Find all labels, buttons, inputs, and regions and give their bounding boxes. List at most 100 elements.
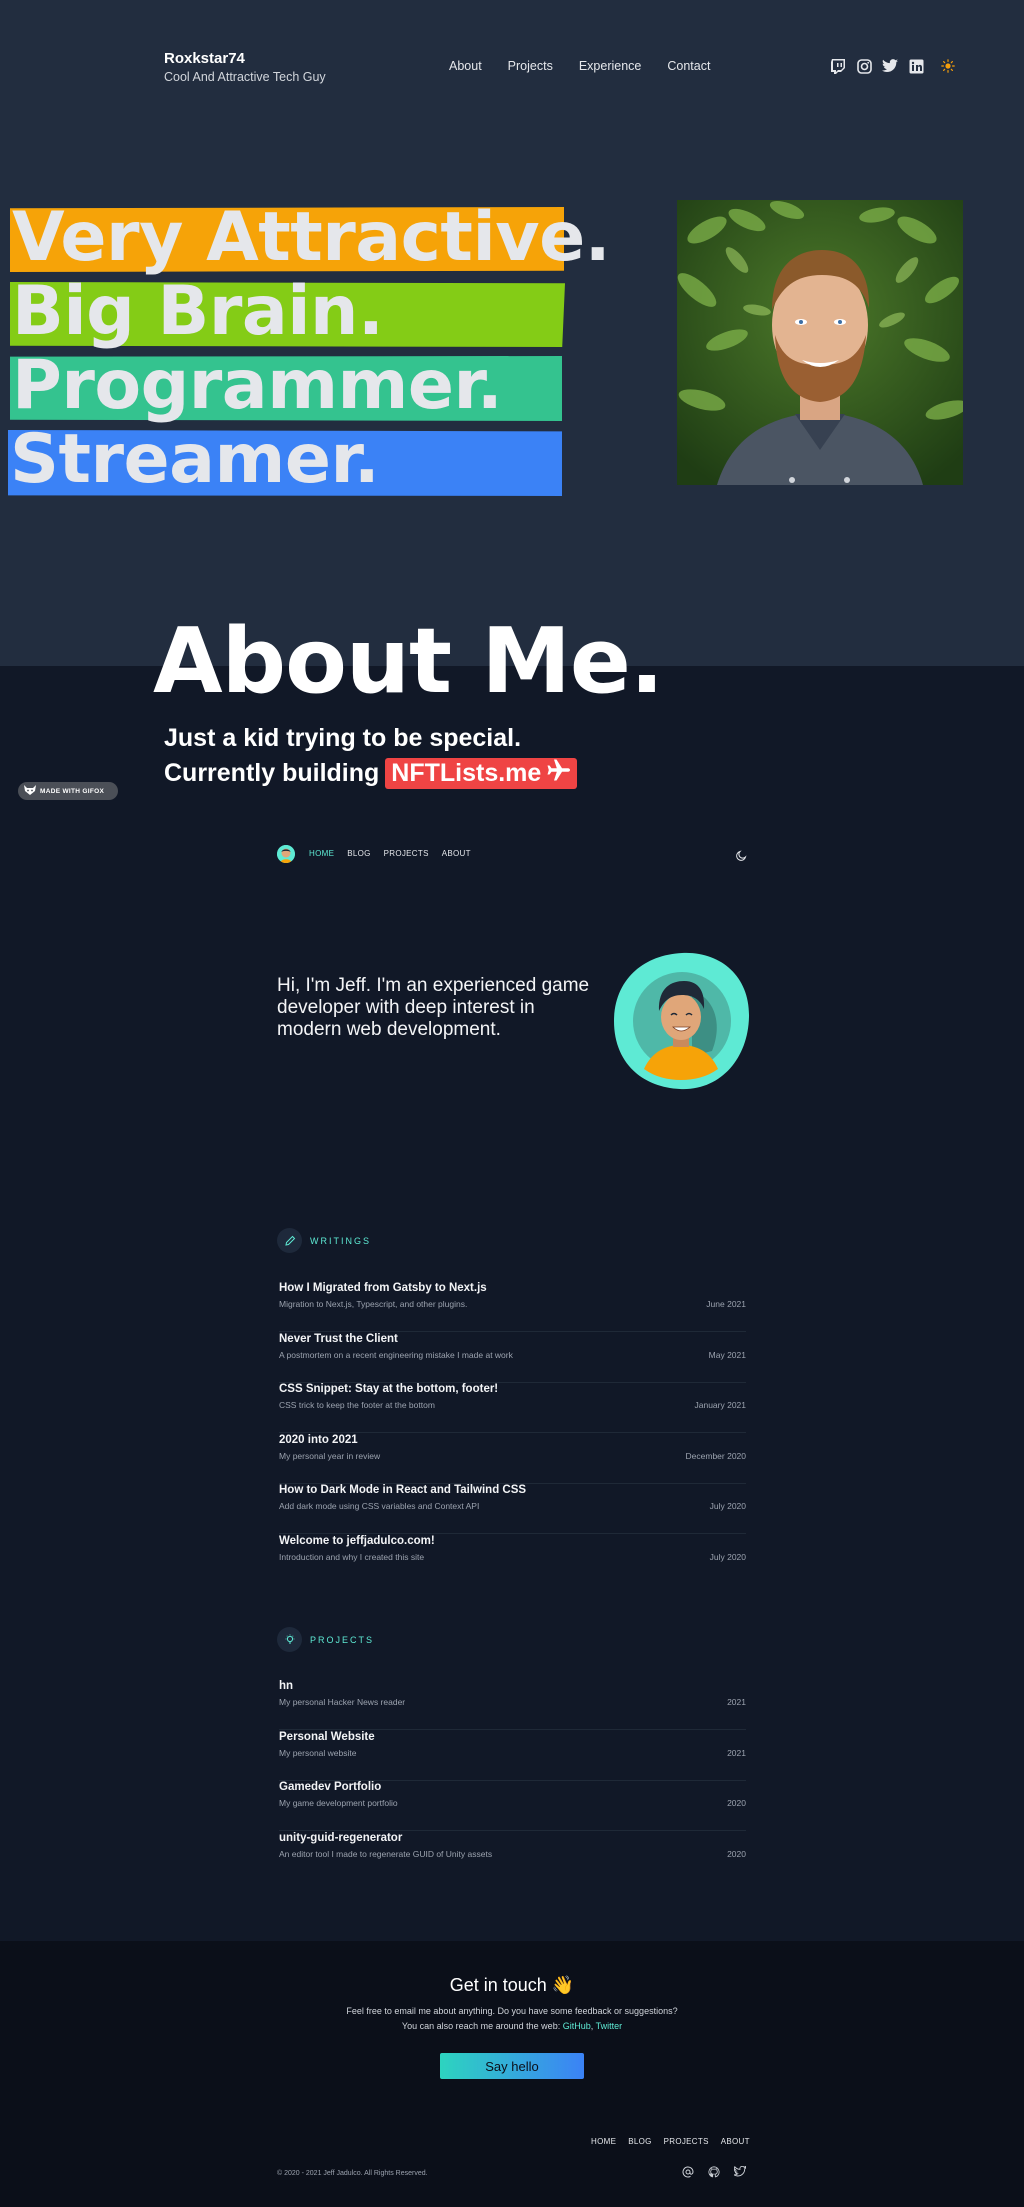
nftlists-label: NFTLists.me — [391, 759, 542, 787]
intro-text: Hi, I'm Jeff. I'm an experienced game de… — [277, 975, 590, 1040]
hero-text-big-brain: Big Brain. — [12, 272, 384, 351]
brand-name[interactable]: Roxkstar74 — [164, 50, 245, 67]
writing-desc: CSS trick to keep the footer at the bott… — [279, 1400, 435, 1410]
writing-title: CSS Snippet: Stay at the bottom, footer! — [279, 1383, 499, 1395]
hero-text-attractive: Very Attractive. — [12, 198, 611, 277]
lightbulb-icon — [277, 1627, 302, 1652]
writing-date: June 2021 — [706, 1299, 746, 1309]
writing-desc: Migration to Next.js, Typescript, and ot… — [279, 1299, 468, 1309]
mini-nav-about[interactable]: ABOUT — [442, 849, 471, 858]
project-item[interactable]: hn My personal Hacker News reader 2021 — [279, 1680, 746, 1730]
twitch-icon[interactable] — [830, 58, 846, 74]
nav-experience[interactable]: Experience — [579, 59, 642, 73]
project-desc: My personal website — [279, 1748, 357, 1758]
writing-desc: My personal year in review — [279, 1451, 381, 1461]
about-tagline: Just a kid trying to be special. — [164, 724, 522, 752]
social-links — [830, 58, 924, 74]
project-year: 2021 — [727, 1748, 746, 1758]
mini-nav: HOME BLOG PROJECTS ABOUT — [309, 849, 484, 858]
project-title: Gamedev Portfolio — [279, 1781, 382, 1793]
sun-icon[interactable] — [941, 59, 955, 73]
contact-title: Get in touch 👋 — [449, 1975, 575, 1995]
footer-nav-projects[interactable]: PROJECTS — [664, 2137, 709, 2146]
footer-socials — [682, 2166, 746, 2178]
mini-avatar[interactable] — [277, 845, 295, 863]
mini-nav-projects[interactable]: PROJECTS — [384, 849, 429, 858]
nav-projects[interactable]: Projects — [508, 59, 553, 73]
writing-desc: Introduction and why I created this site — [279, 1552, 425, 1562]
project-year: 2021 — [727, 1697, 746, 1707]
project-item[interactable]: Gamedev Portfolio My game development po… — [279, 1781, 746, 1831]
project-year: 2020 — [727, 1798, 746, 1808]
project-desc: My personal Hacker News reader — [279, 1697, 406, 1707]
profile-photo — [677, 200, 963, 485]
writing-date: May 2021 — [708, 1350, 746, 1360]
nftlists-badge[interactable]: NFTLists.me — [385, 758, 578, 789]
site-header: Roxkstar74 Cool And Attractive Tech Guy … — [0, 0, 1024, 130]
contact-text: Feel free to email me about anything. Do… — [346, 2006, 678, 2016]
footer-nav-about[interactable]: ABOUT — [721, 2137, 750, 2146]
footer-nav-home[interactable]: HOME — [591, 2137, 616, 2146]
project-title: hn — [279, 1680, 294, 1692]
project-title: Personal Website — [279, 1731, 375, 1743]
project-item[interactable]: unity-guid-regenerator An editor tool I … — [279, 1832, 746, 1882]
gifox-label: MADE WITH GIFOX — [40, 787, 105, 795]
project-desc: My game development portfolio — [279, 1798, 398, 1808]
moon-icon[interactable] — [736, 848, 747, 861]
nav-contact[interactable]: Contact — [667, 59, 710, 73]
about-building: Currently building NFTLists.me — [164, 758, 578, 789]
contact-links-prefix: You can also reach me around the web: — [401, 2021, 563, 2031]
mini-nav-home[interactable]: HOME — [309, 849, 334, 858]
instagram-icon[interactable] — [856, 58, 872, 74]
github-icon[interactable] — [708, 2166, 720, 2178]
writing-title: Welcome to jeffjadulco.com! — [279, 1535, 435, 1547]
projects-heading: PROJECTS — [277, 1627, 374, 1652]
linkedin-icon[interactable] — [908, 58, 924, 74]
writing-title: How to Dark Mode in React and Tailwind C… — [279, 1484, 527, 1496]
writing-item[interactable]: Never Trust the Client A postmortem on a… — [279, 1333, 746, 1383]
project-item[interactable]: Personal Website My personal website 202… — [279, 1731, 746, 1781]
writing-date: December 2020 — [685, 1451, 746, 1461]
projects-label: PROJECTS — [310, 1634, 375, 1645]
writing-desc: A postmortem on a recent engineering mis… — [279, 1350, 513, 1360]
writings-label: WRITINGS — [310, 1235, 371, 1246]
writing-title: Never Trust the Client — [279, 1333, 398, 1345]
project-desc: An editor tool I made to regenerate GUID… — [279, 1849, 493, 1859]
hero-text-programmer: Programmer. — [12, 346, 503, 425]
twitter-link[interactable]: Twitter — [596, 2021, 623, 2031]
fox-icon — [24, 782, 36, 800]
copyright: © 2020 - 2021 Jeff Jadulco. All Rights R… — [277, 2170, 428, 2177]
writing-item[interactable]: Welcome to jeffjadulco.com! Introduction… — [279, 1535, 746, 1585]
writing-date: July 2020 — [709, 1552, 746, 1562]
mini-nav-blog[interactable]: BLOG — [347, 849, 370, 858]
writing-item[interactable]: 2020 into 2021 My personal year in revie… — [279, 1434, 746, 1484]
about-title: About Me. — [153, 609, 664, 714]
project-title: unity-guid-regenerator — [279, 1832, 403, 1844]
twitter-icon[interactable] — [882, 58, 898, 74]
contact-links-text: You can also reach me around the web: Gi… — [0, 2021, 1024, 2031]
writing-title: 2020 into 2021 — [279, 1434, 358, 1446]
writings-heading: WRITINGS — [277, 1228, 371, 1253]
say-hello-button[interactable]: Say hello — [440, 2053, 584, 2079]
avatar-illustration — [612, 951, 751, 1091]
writing-title: How I Migrated from Gatsby to Next.js — [279, 1282, 487, 1294]
nav-about[interactable]: About — [449, 59, 482, 73]
main-nav: About Projects Experience Contact — [449, 59, 736, 73]
footer-nav: HOME BLOG PROJECTS ABOUT — [591, 2137, 762, 2146]
brand-tagline: Cool And Attractive Tech Guy — [164, 70, 326, 84]
writing-desc: Add dark mode using CSS variables and Co… — [279, 1501, 480, 1511]
github-link[interactable]: GitHub — [563, 2021, 591, 2031]
writing-item[interactable]: How I Migrated from Gatsby to Next.js Mi… — [279, 1282, 746, 1332]
twitter-icon[interactable] — [734, 2166, 746, 2178]
writing-date: July 2020 — [709, 1501, 746, 1511]
writing-date: January 2021 — [694, 1400, 746, 1410]
footer-nav-blog[interactable]: BLOG — [628, 2137, 651, 2146]
airplane-icon — [547, 759, 571, 788]
pencil-icon — [277, 1228, 302, 1253]
hero-text-streamer: Streamer. — [10, 420, 380, 499]
gifox-badge[interactable]: MADE WITH GIFOX — [18, 782, 118, 800]
about-building-text: Currently building — [164, 759, 380, 787]
at-icon[interactable] — [682, 2166, 694, 2178]
writing-item[interactable]: CSS Snippet: Stay at the bottom, footer!… — [279, 1383, 746, 1433]
writing-item[interactable]: How to Dark Mode in React and Tailwind C… — [279, 1484, 746, 1534]
